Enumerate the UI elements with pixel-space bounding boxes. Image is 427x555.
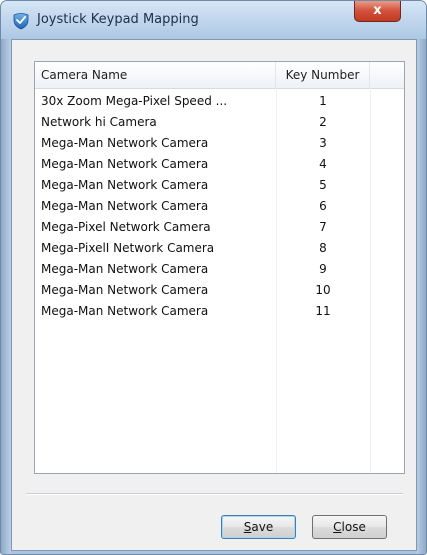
camera-name-cell: Mega-Man Network Camera bbox=[41, 157, 209, 171]
key-number-cell: 6 bbox=[319, 199, 327, 213]
key-number-cell: 2 bbox=[319, 115, 327, 129]
dialog-window: Joystick Keypad Mapping x Camera Name Ke… bbox=[0, 0, 427, 555]
camera-name-cell: Network hi Camera bbox=[41, 115, 157, 129]
camera-name-cell: Mega-Man Network Camera bbox=[41, 136, 209, 150]
table-row[interactable]: Mega-Man Network Camera 9 bbox=[35, 259, 404, 280]
key-number-cell: 7 bbox=[319, 220, 327, 234]
save-button-label: Save bbox=[243, 520, 274, 534]
list-header: Camera Name Key Number bbox=[35, 62, 404, 89]
close-button[interactable]: Close bbox=[312, 515, 387, 539]
key-number-cell: 10 bbox=[315, 283, 331, 297]
key-number-cell: 3 bbox=[319, 136, 327, 150]
app-shield-icon bbox=[13, 13, 29, 30]
table-row[interactable]: Mega-Man Network Camera 10 bbox=[35, 280, 404, 301]
table-row[interactable]: Mega-Man Network Camera 6 bbox=[35, 196, 404, 217]
column-header-empty[interactable] bbox=[370, 62, 404, 88]
key-number-cell: 1 bbox=[319, 94, 327, 108]
camera-name-cell: Mega-Man Network Camera bbox=[41, 304, 209, 318]
window-frame-left bbox=[1, 39, 11, 554]
close-button-label: Close bbox=[333, 520, 366, 534]
key-number-cell: 11 bbox=[315, 304, 331, 318]
key-number-cell: 5 bbox=[319, 178, 327, 192]
camera-name-cell: Mega-PixelI Network Camera bbox=[41, 241, 215, 255]
camera-name-cell: Mega-Pixel Network Camera bbox=[41, 220, 211, 234]
table-row[interactable]: Mega-PixelI Network Camera 8 bbox=[35, 238, 404, 259]
window-title: Joystick Keypad Mapping bbox=[37, 12, 199, 27]
list-rows: 30x Zoom Mega-Pixel Speed ... 1 Network … bbox=[35, 91, 404, 322]
table-row[interactable]: Mega-Man Network Camera 3 bbox=[35, 133, 404, 154]
camera-name-cell: Mega-Man Network Camera bbox=[41, 199, 209, 213]
column-header-key-number[interactable]: Key Number bbox=[276, 62, 370, 88]
table-row[interactable]: Mega-Man Network Camera 5 bbox=[35, 175, 404, 196]
table-row[interactable]: 30x Zoom Mega-Pixel Speed ... 1 bbox=[35, 91, 404, 112]
save-button[interactable]: Save bbox=[221, 515, 296, 539]
table-row[interactable]: Mega-Pixel Network Camera 7 bbox=[35, 217, 404, 238]
column-header-camera-name[interactable]: Camera Name bbox=[35, 62, 276, 88]
window-close-button[interactable]: x bbox=[354, 1, 401, 22]
key-number-cell: 8 bbox=[319, 241, 327, 255]
close-icon: x bbox=[373, 3, 382, 18]
key-number-cell: 4 bbox=[319, 157, 327, 171]
camera-key-list[interactable]: Camera Name Key Number 30x Zoom Mega-Pix… bbox=[34, 61, 405, 474]
table-row[interactable]: Mega-Man Network Camera 4 bbox=[35, 154, 404, 175]
window-frame-right bbox=[416, 39, 426, 554]
table-row[interactable]: Network hi Camera 2 bbox=[35, 112, 404, 133]
footer-separator bbox=[26, 493, 403, 495]
key-number-cell: 9 bbox=[319, 262, 327, 276]
camera-name-cell: 30x Zoom Mega-Pixel Speed ... bbox=[41, 94, 228, 108]
dialog-body: Camera Name Key Number 30x Zoom Mega-Pix… bbox=[11, 39, 417, 551]
table-row[interactable]: Mega-Man Network Camera 11 bbox=[35, 301, 404, 322]
title-bar[interactable]: Joystick Keypad Mapping x bbox=[1, 1, 426, 39]
camera-name-cell: Mega-Man Network Camera bbox=[41, 262, 209, 276]
camera-name-cell: Mega-Man Network Camera bbox=[41, 178, 209, 192]
camera-name-cell: Mega-Man Network Camera bbox=[41, 283, 209, 297]
